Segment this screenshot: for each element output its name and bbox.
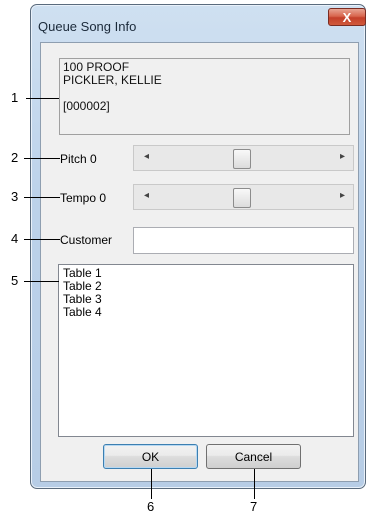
callout-7: 7 (250, 499, 258, 514)
cancel-button[interactable]: Cancel (206, 444, 301, 469)
list-item[interactable]: Table 1 (63, 267, 349, 280)
ok-button[interactable]: OK (103, 444, 198, 469)
callout-3-line (24, 197, 60, 198)
callout-5: 5 (11, 273, 19, 288)
callout-4: 4 (11, 231, 19, 246)
song-info-box: 100 PROOF PICKLER, KELLIE [000002] (59, 58, 350, 135)
tempo-right-arrow-icon[interactable]: ▸ (340, 190, 345, 201)
pitch-label: Pitch 0 (60, 152, 97, 166)
tempo-left-arrow-icon[interactable]: ◂ (144, 190, 149, 201)
callout-7-line (254, 469, 255, 499)
tempo-slider-thumb[interactable] (233, 188, 251, 208)
pitch-slider-thumb[interactable] (233, 149, 251, 169)
window-title: Queue Song Info (38, 19, 137, 34)
pitch-left-arrow-icon[interactable]: ◂ (144, 151, 149, 162)
callout-6-line (151, 469, 152, 499)
close-icon: X (342, 9, 352, 25)
callout-1: 1 (11, 90, 19, 105)
song-artist: PICKLER, KELLIE (63, 73, 162, 87)
close-button[interactable]: X (328, 8, 366, 26)
song-id: [000002] (63, 99, 110, 113)
table-listbox[interactable]: Table 1 Table 2 Table 3 Table 4 (58, 264, 354, 437)
callout-5-line (24, 281, 59, 282)
list-item[interactable]: Table 2 (63, 280, 349, 293)
callout-2: 2 (11, 150, 19, 165)
list-item[interactable]: Table 3 (63, 293, 349, 306)
tempo-slider[interactable]: ◂ ▸ (133, 184, 354, 210)
list-item[interactable]: Table 4 (63, 306, 349, 319)
callout-3: 3 (11, 189, 19, 204)
pitch-slider[interactable]: ◂ ▸ (133, 145, 354, 171)
callout-1-line (26, 98, 59, 99)
tempo-label: Tempo 0 (60, 191, 107, 205)
customer-input[interactable] (133, 227, 354, 254)
pitch-right-arrow-icon[interactable]: ▸ (340, 151, 345, 162)
callout-4-line (24, 239, 60, 240)
callout-2-line (24, 158, 60, 159)
customer-label: Customer (60, 233, 113, 247)
callout-6: 6 (147, 499, 155, 514)
